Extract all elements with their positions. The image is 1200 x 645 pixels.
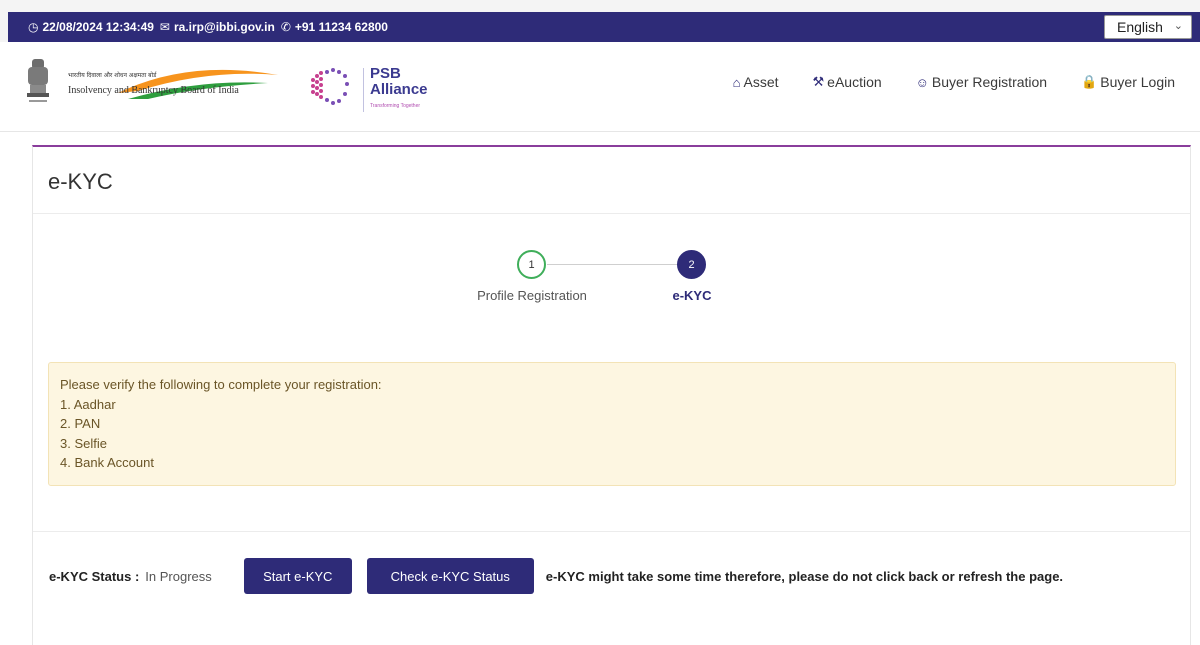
ibbi-hindi-name: भारतीय दिवाला और शोधन अक्षमता बोर्ड <box>68 72 157 79</box>
card-divider <box>33 213 1190 214</box>
language-select[interactable]: English ⌄ <box>1104 15 1192 39</box>
email-item[interactable]: ✉ ra.irp@ibbi.gov.in <box>160 20 275 34</box>
nav-asset-label: Asset <box>743 74 779 90</box>
alert-intro: Please verify the following to complete … <box>60 377 382 392</box>
card-divider-bottom <box>33 531 1190 532</box>
step-1-number: 1 <box>528 258 535 271</box>
datetime-item: ◷ 22/08/2024 12:34:49 <box>28 20 154 34</box>
nav-eauction-label: eAuction <box>827 74 882 90</box>
ekyc-warning-note: e-KYC might take some time therefore, pl… <box>545 568 1064 584</box>
alert-item: 2. PAN <box>60 416 101 431</box>
page-title: e-KYC <box>48 169 113 194</box>
language-value: English <box>1117 19 1163 35</box>
stepper-connector <box>547 264 677 265</box>
chevron-down-icon: ⌄ <box>1173 20 1183 32</box>
alert-item: 1. Aadhar <box>60 396 116 412</box>
psb-name: PSB Alliance <box>370 65 428 98</box>
gavel-icon: ⚒ <box>812 74 825 89</box>
datetime-text: 22/08/2024 12:34:49 <box>42 20 154 34</box>
clock-icon: ◷ <box>28 20 39 34</box>
nav-buyer-login-label: Buyer Login <box>1100 74 1175 90</box>
start-ekyc-button[interactable]: Start e-KYC <box>243 558 352 594</box>
step-1-label: Profile Registration <box>477 288 587 303</box>
national-emblem-icon <box>27 59 49 102</box>
ekyc-card: e-KYC 1 2 Profile Registration e-KYC Ple… <box>32 145 1191 645</box>
contact-bar: ◷ 22/08/2024 12:34:49 ✉ ra.irp@ibbi.gov.… <box>8 12 1200 42</box>
ekyc-status-label: e-KYC Status : <box>49 568 140 584</box>
lock-icon: 🔒 <box>1081 74 1098 89</box>
nav-buyer-registration-label: Buyer Registration <box>931 74 1048 90</box>
step-2-indicator: 2 <box>677 250 706 279</box>
verification-alert: Please verify the following to complete … <box>48 362 1176 486</box>
ibbi-logo[interactable]: भारतीय दिवाला और शोधन अक्षमता बोर्ड Inso… <box>22 53 282 113</box>
psb-divider <box>363 68 364 112</box>
psb-alliance-logo[interactable]: PSB Alliance Transforming Together <box>303 60 453 116</box>
user-circle-icon: ☺ <box>915 74 929 90</box>
check-ekyc-status-button[interactable]: Check e-KYC Status <box>366 558 534 594</box>
nav-eauction[interactable]: ⚒ eAuction <box>813 74 882 90</box>
step-2-number: 2 <box>688 258 695 271</box>
psb-tagline: Transforming Together <box>370 103 421 109</box>
nav-buyer-registration[interactable]: ☺ Buyer Registration <box>916 74 1047 90</box>
step-1-indicator: 1 <box>517 250 546 279</box>
nav-buyer-login[interactable]: 🔒 Buyer Login <box>1081 74 1175 90</box>
psb-alliance-mark-icon <box>311 68 349 105</box>
ibbi-english-name: Insolvency and Bankruptcy Board of India <box>68 85 239 96</box>
alert-item: 4. Bank Account <box>60 455 154 470</box>
ekyc-status-value: In Progress <box>145 568 212 584</box>
nav-links: ⌂ Asset ⚒ eAuction ☺ Buyer Registration … <box>699 74 1175 90</box>
home-icon: ⌂ <box>732 74 741 90</box>
top-bar: ◷ 22/08/2024 12:34:49 ✉ ra.irp@ibbi.gov.… <box>0 0 1200 42</box>
email-text[interactable]: ra.irp@ibbi.gov.in <box>174 20 275 34</box>
ekyc-status-row: e-KYC Status : In Progress Start e-KYC C… <box>49 557 1189 595</box>
envelope-icon: ✉ <box>159 20 170 34</box>
phone-icon: ✆ <box>280 20 291 34</box>
phone-item[interactable]: ✆ +91 11234 62800 <box>281 20 388 34</box>
step-2-label: e-KYC <box>672 288 712 303</box>
alert-item: 3. Selfie <box>60 435 107 451</box>
phone-text[interactable]: +91 11234 62800 <box>295 20 388 34</box>
main-navbar: भारतीय दिवाला और शोधन अक्षमता बोर्ड Inso… <box>0 42 1200 132</box>
nav-asset[interactable]: ⌂ Asset <box>733 74 779 90</box>
